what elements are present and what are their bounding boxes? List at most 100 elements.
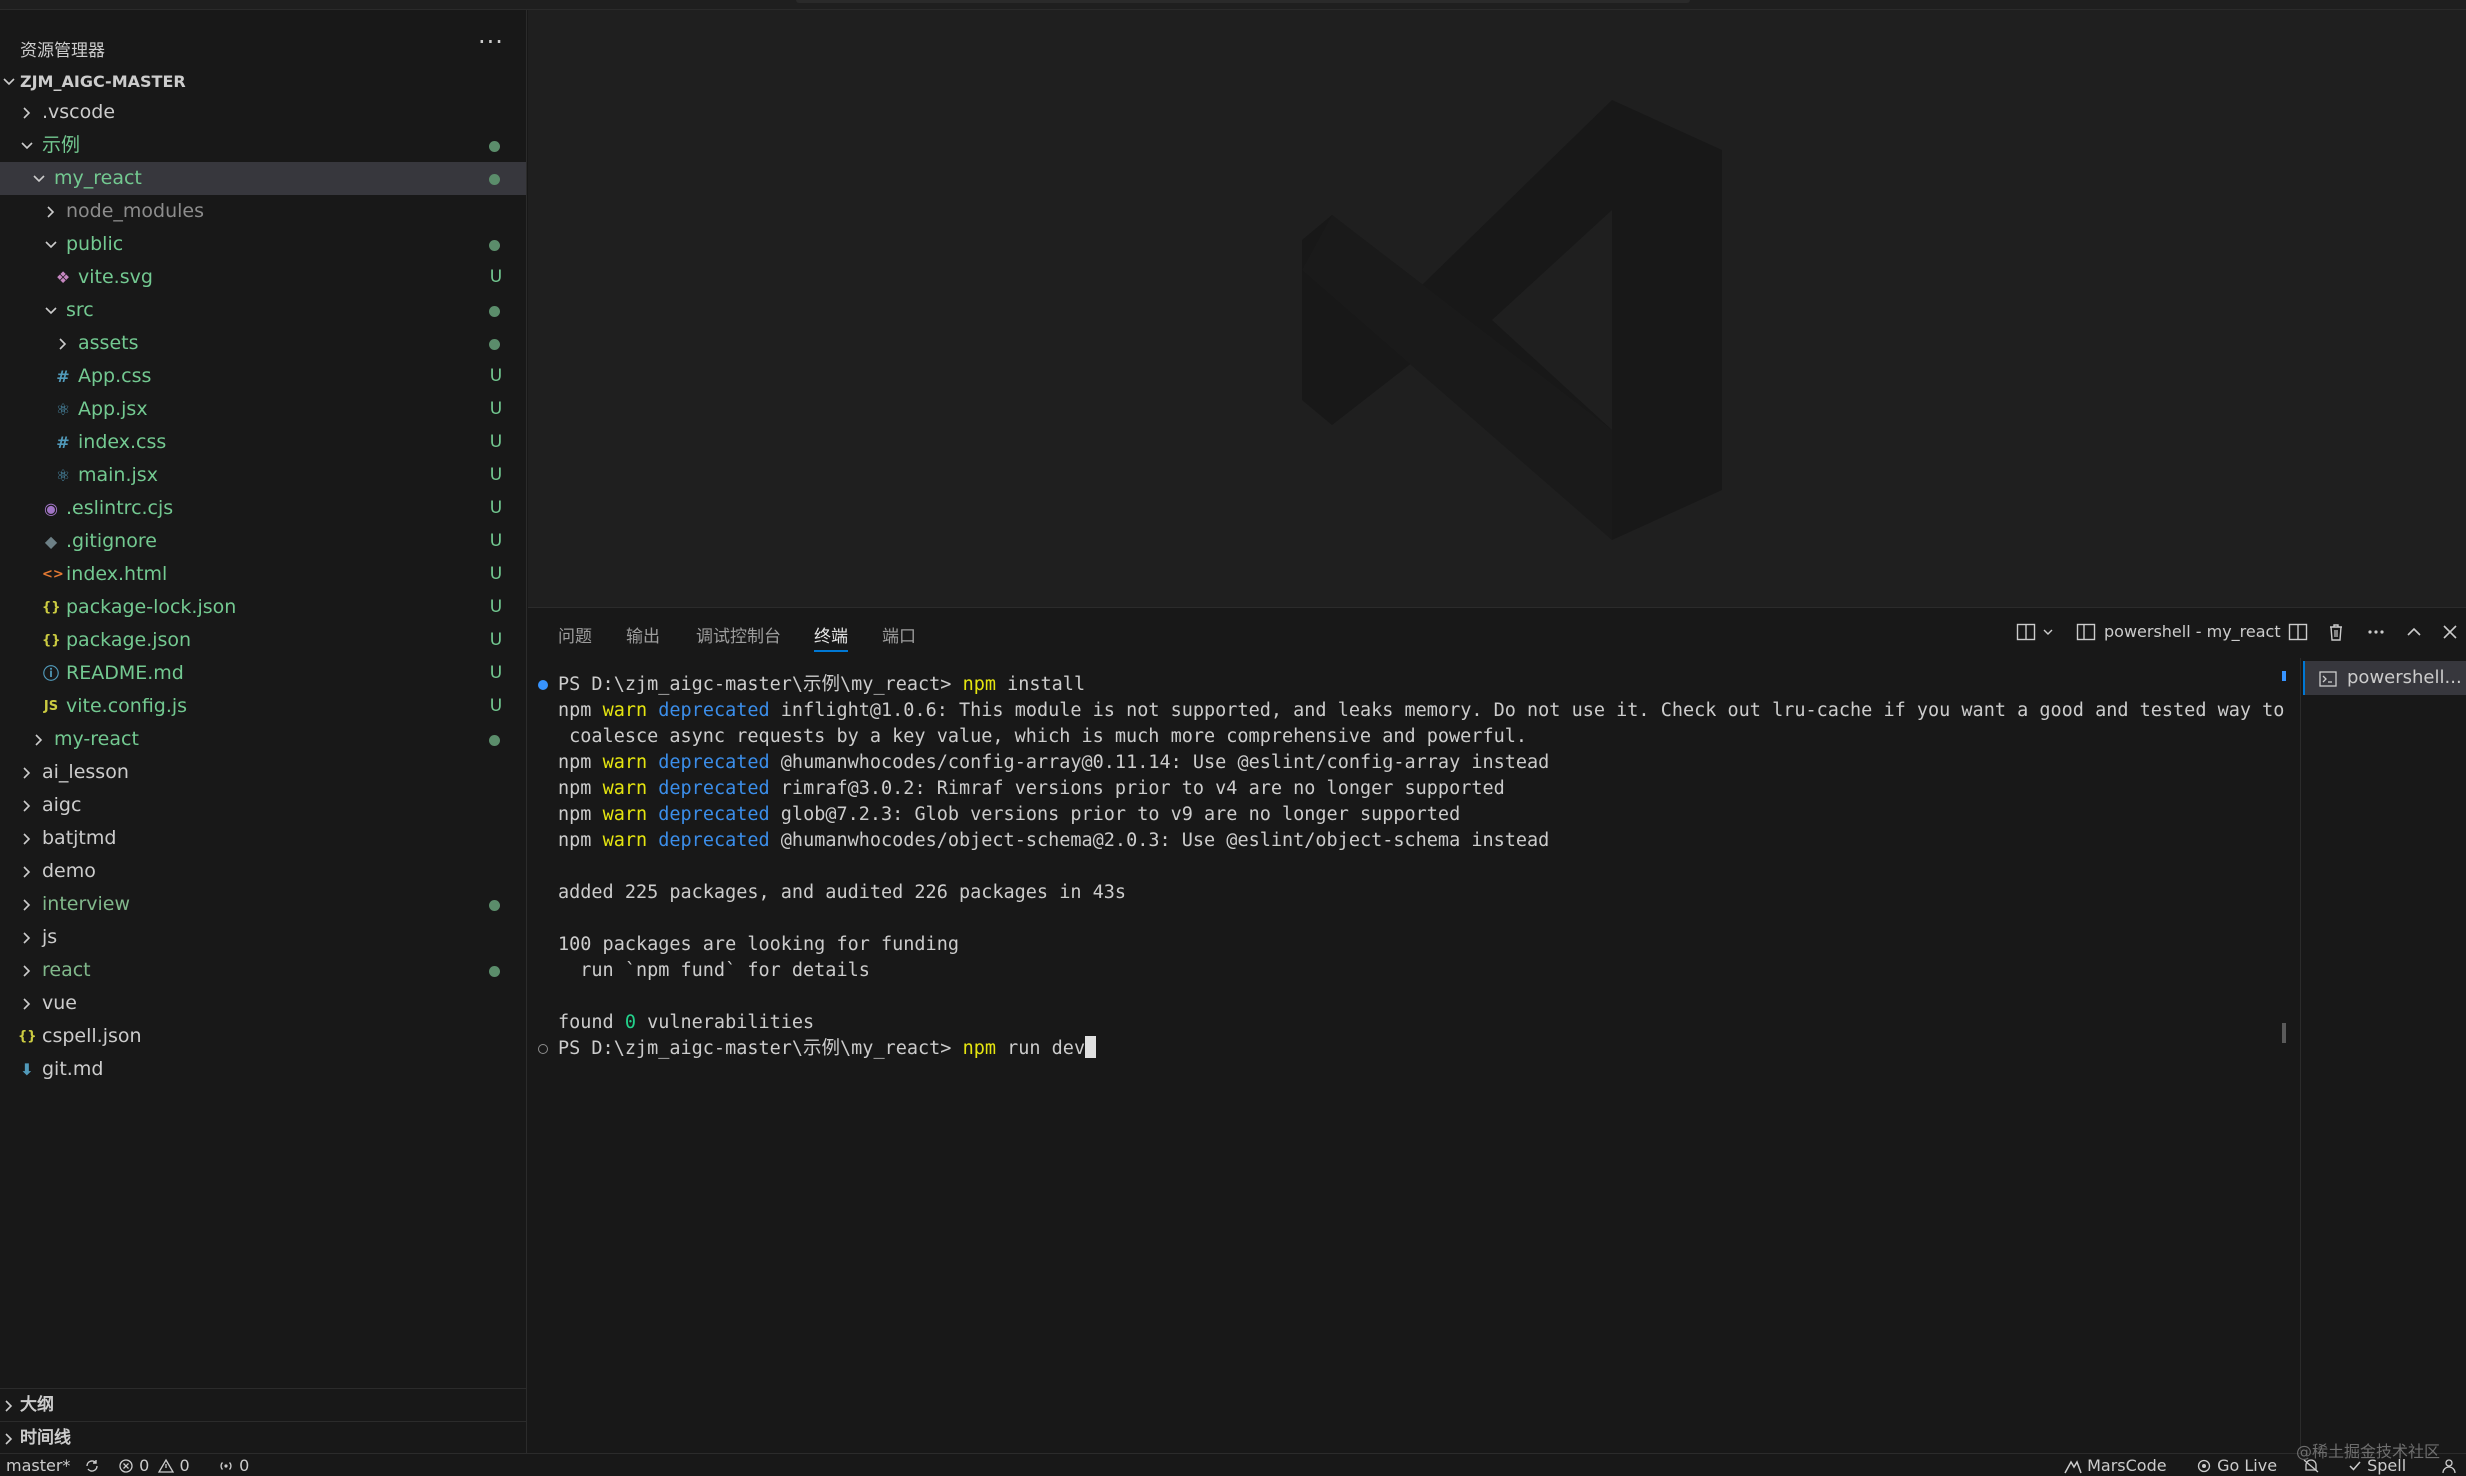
git-status-dot xyxy=(489,900,500,911)
git-status-dot xyxy=(489,966,500,977)
workspace-root[interactable]: ZJM_AIGC-MASTER xyxy=(0,65,526,98)
tree-item-label: interview xyxy=(42,893,131,915)
tab-terminal[interactable]: 终端 xyxy=(814,622,848,652)
git-file-icon: ◆ xyxy=(44,532,58,551)
terminal-text: PS D:\zjm_aigc-master\示例\my_react> xyxy=(558,1038,963,1059)
md-file-icon: ⬇ xyxy=(20,1060,34,1079)
terminal-tabs-list: powershell... xyxy=(2300,658,2466,1454)
tree-item[interactable]: {} package.json U xyxy=(0,624,526,657)
tree-item[interactable]: aigc xyxy=(0,789,526,822)
tree-item[interactable]: .vscode xyxy=(0,96,526,129)
tree-item[interactable]: interview xyxy=(0,888,526,921)
tree-item-label: .eslintrc.cjs xyxy=(66,497,174,519)
terminal-output[interactable]: PS D:\zjm_aigc-master\示例\my_react> npm i… xyxy=(528,668,2300,1454)
terminal-text: coalesce async requests by a key value, … xyxy=(558,726,1528,747)
tree-item[interactable]: js xyxy=(0,921,526,954)
terminal-text: vulnerabilities xyxy=(635,1012,815,1033)
json-file-icon: {} xyxy=(42,600,61,615)
tree-item[interactable]: 示例 xyxy=(0,129,526,162)
terminal-text: deprecated xyxy=(658,752,770,773)
tree-item[interactable]: vue xyxy=(0,987,526,1020)
command-decoration[interactable] xyxy=(538,1044,548,1054)
terminal-name[interactable]: powershell - my_react xyxy=(2076,620,2281,646)
git-status-badge: U xyxy=(489,564,503,584)
tree-item[interactable]: ❖ vite.svg U xyxy=(0,261,526,294)
panel-tab-bar: 问题 输出 调试控制台 终端 端口 powershell - my_react xyxy=(528,608,2466,658)
tab-ports[interactable]: 端口 xyxy=(882,622,916,652)
tree-item[interactable]: react xyxy=(0,954,526,987)
tab-output[interactable]: 输出 xyxy=(626,622,660,652)
trash-icon[interactable] xyxy=(2326,620,2348,646)
terminal-name-label: powershell - my_react xyxy=(2104,622,2281,641)
scrollbar-marker xyxy=(2282,671,2286,681)
tree-item[interactable]: ai_lesson xyxy=(0,756,526,789)
terminal-line: npm warn deprecated rimraf@3.0.2: Rimraf… xyxy=(558,776,1505,802)
tree-item[interactable]: <> index.html U xyxy=(0,558,526,591)
warning-count: 0 xyxy=(179,1456,190,1475)
tree-item[interactable]: assets xyxy=(0,327,526,360)
outline-section[interactable]: 大纲 xyxy=(0,1388,527,1421)
tree-item[interactable]: {} package-lock.json U xyxy=(0,591,526,624)
tree-item[interactable]: ⚛ App.jsx U xyxy=(0,393,526,426)
tree-item[interactable]: # index.css U xyxy=(0,426,526,459)
terminal-line: run `npm fund` for details xyxy=(558,958,870,984)
git-status-dot xyxy=(489,174,500,185)
terminal-line: npm warn deprecated inflight@1.0.6: This… xyxy=(558,698,2284,724)
command-center[interactable] xyxy=(796,0,1690,3)
chevron-down-icon xyxy=(20,129,36,162)
more-actions-icon[interactable]: ··· xyxy=(478,28,504,56)
chevron-right-icon xyxy=(20,789,36,822)
tree-item[interactable]: ⚛ main.jsx U xyxy=(0,459,526,492)
terminal-scrollbar[interactable] xyxy=(2282,1023,2286,1043)
git-status-badge: U xyxy=(489,432,503,452)
terminal-line: added 225 packages, and audited 226 pack… xyxy=(558,880,1126,906)
tree-item[interactable]: demo xyxy=(0,855,526,888)
tree-item-label: src xyxy=(66,299,94,321)
tree-item[interactable]: src xyxy=(0,294,526,327)
command-decoration[interactable] xyxy=(538,680,548,690)
go-live-button[interactable]: Go Live xyxy=(2196,1454,2277,1476)
explorer-sidebar: 资源管理器 ··· ZJM_AIGC-MASTER .vscode 示例 my_re… xyxy=(0,10,527,1453)
tab-debug-console[interactable]: 调试控制台 xyxy=(696,622,781,652)
status-bar: master* 0 0 0 MarsCode Go Live Spell xyxy=(0,1453,2466,1476)
branch-indicator[interactable]: master* xyxy=(6,1454,100,1476)
tree-item-label: .gitignore xyxy=(66,530,157,552)
git-status-badge: U xyxy=(489,696,503,716)
git-status-badge: U xyxy=(489,465,503,485)
close-panel-icon[interactable] xyxy=(2440,620,2462,646)
tree-item[interactable]: my_react xyxy=(0,162,526,195)
chevron-right-icon xyxy=(56,327,72,360)
tree-item[interactable]: ◉ .eslintrc.cjs U xyxy=(0,492,526,525)
tree-item-label: App.jsx xyxy=(78,398,148,420)
terminal-text: warn xyxy=(602,778,648,799)
tree-item[interactable]: ⬇ git.md xyxy=(0,1053,526,1086)
marscode-indicator[interactable]: MarsCode xyxy=(2064,1454,2167,1476)
tree-item[interactable]: # App.css U xyxy=(0,360,526,393)
more-icon[interactable] xyxy=(2366,620,2388,646)
git-status-dot xyxy=(489,306,500,317)
tree-item[interactable]: ⓘ README.md U xyxy=(0,657,526,690)
split-pane-icon[interactable] xyxy=(2288,620,2310,646)
tree-item[interactable]: batjtmd xyxy=(0,822,526,855)
tree-item[interactable]: public xyxy=(0,228,526,261)
maximize-panel-icon[interactable] xyxy=(2404,620,2426,646)
terminal-text: @humanwhocodes/config-array@0.11.14: Use… xyxy=(769,752,1550,773)
ports-indicator[interactable]: 0 xyxy=(218,1454,249,1476)
error-icon xyxy=(119,1459,133,1473)
timeline-section[interactable]: 时间线 xyxy=(0,1421,527,1454)
tree-item[interactable]: node_modules xyxy=(0,195,526,228)
problems-indicator[interactable]: 0 0 xyxy=(118,1454,190,1476)
split-terminal-dropdown[interactable] xyxy=(2016,620,2056,646)
tab-problems[interactable]: 问题 xyxy=(558,622,592,652)
git-status-badge: U xyxy=(489,663,503,683)
terminal-tab-powershell[interactable]: powershell... xyxy=(2303,661,2466,695)
tree-item[interactable]: ◆ .gitignore U xyxy=(0,525,526,558)
tree-item-label: demo xyxy=(42,860,96,882)
tree-item[interactable]: my-react xyxy=(0,723,526,756)
tree-item[interactable]: {} cspell.json xyxy=(0,1020,526,1053)
terminal-text: 100 packages are looking for funding xyxy=(558,934,959,955)
account-icon[interactable] xyxy=(2440,1454,2458,1476)
tree-item[interactable]: JS vite.config.js U xyxy=(0,690,526,723)
